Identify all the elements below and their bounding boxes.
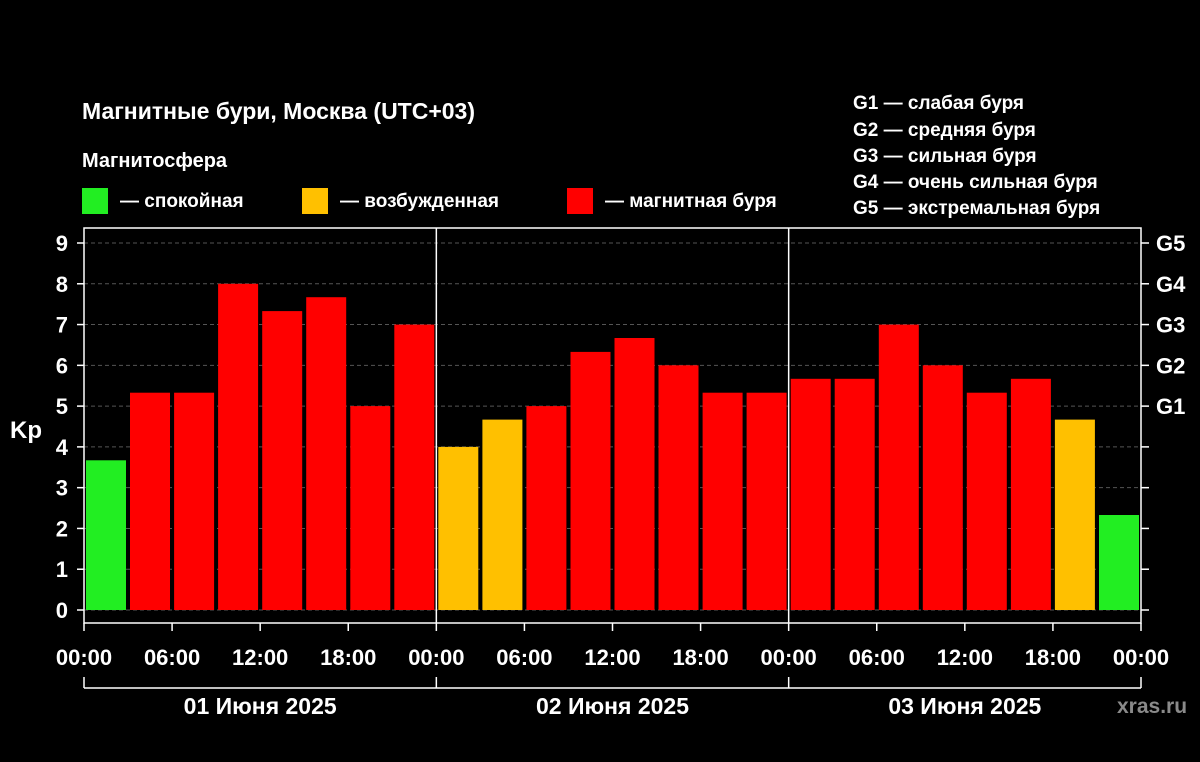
y-tick-label: 3 bbox=[56, 476, 68, 501]
x-tick-label: 18:00 bbox=[1025, 645, 1081, 670]
kp-bar bbox=[394, 324, 435, 610]
y-tick-label: 9 bbox=[56, 231, 68, 256]
x-tick-label: 06:00 bbox=[849, 645, 905, 670]
kp-bar bbox=[570, 351, 611, 610]
x-tick-label: 18:00 bbox=[320, 645, 376, 670]
kp-bar bbox=[922, 365, 963, 610]
g-scale-g3: G3 — сильная буря bbox=[853, 146, 1037, 167]
x-tick-label: 12:00 bbox=[584, 645, 640, 670]
g-axis-ticks: G1 G2 G3 G4 G5 bbox=[1141, 231, 1186, 611]
y-tick-label: 5 bbox=[56, 394, 68, 419]
legend-label-active: — возбужденная bbox=[340, 191, 499, 212]
g-scale-g1: G1 — слабая буря bbox=[853, 93, 1024, 114]
g-tick-label: G2 bbox=[1156, 353, 1185, 378]
kp-bar bbox=[1010, 378, 1051, 610]
x-tick-label: 00:00 bbox=[56, 645, 112, 670]
day-label: 01 Июня 2025 bbox=[184, 693, 337, 719]
kp-bar bbox=[658, 365, 699, 610]
g-scale-g4: G4 — очень сильная буря bbox=[853, 172, 1098, 193]
x-tick-label: 06:00 bbox=[496, 645, 552, 670]
kp-bar bbox=[790, 378, 831, 610]
kp-bar bbox=[526, 406, 567, 610]
kp-bar bbox=[878, 324, 919, 610]
legend-swatch-storm bbox=[567, 188, 593, 214]
legend-swatch-quiet bbox=[82, 188, 108, 214]
y-tick-label: 1 bbox=[56, 557, 68, 582]
magnetosphere-subtitle: Магнитосфера bbox=[82, 150, 228, 172]
kp-bar bbox=[306, 297, 347, 610]
x-axis-ticks: 00:00 06:00 12:00 18:00 00:00 06:00 12:00 18:00… bbox=[56, 623, 1169, 670]
kp-bar bbox=[218, 283, 259, 610]
x-tick-label: 00:00 bbox=[1113, 645, 1169, 670]
x-tick-label: 00:00 bbox=[761, 645, 817, 670]
legend-label-storm: — магнитная буря bbox=[605, 191, 777, 212]
g-tick-label: G5 bbox=[1156, 231, 1185, 256]
chart-title: Магнитные бури, Москва (UTC+03) bbox=[82, 98, 475, 124]
kp-bar bbox=[86, 460, 126, 610]
y-tick-label: 0 bbox=[56, 598, 68, 623]
y-tick-label: 8 bbox=[56, 272, 68, 297]
x-tick-label: 00:00 bbox=[408, 645, 464, 670]
kp-bar bbox=[130, 392, 170, 610]
day-labels: 01 Июня 2025 02 Июня 2025 03 Июня 2025 bbox=[83, 677, 1142, 719]
y-axis-ticks: 0 1 2 3 4 5 6 7 8 9 bbox=[56, 231, 84, 623]
y-axis-label: Kp bbox=[10, 417, 42, 444]
y-tick-label: 7 bbox=[56, 313, 68, 338]
kp-chart: Магнитные бури, Москва (UTC+03) Магнитос… bbox=[10, 93, 1187, 719]
legend: — спокойная — возбужденная — магнитная б… bbox=[82, 188, 777, 214]
kp-bar bbox=[834, 378, 875, 610]
day-label: 03 Июня 2025 bbox=[888, 693, 1041, 719]
kp-bar bbox=[174, 392, 215, 610]
kp-bar bbox=[482, 419, 523, 610]
kp-bar bbox=[614, 338, 655, 610]
kp-bar bbox=[262, 311, 303, 610]
day-label: 02 Июня 2025 bbox=[536, 693, 689, 719]
kp-bar bbox=[966, 392, 1007, 610]
g-scale-legend: G1 — слабая буря G2 — средняя буря G3 — … bbox=[853, 93, 1100, 219]
legend-label-quiet: — спокойная bbox=[120, 191, 244, 212]
watermark: xras.ru bbox=[1117, 695, 1187, 718]
x-tick-label: 06:00 bbox=[144, 645, 200, 670]
g-scale-g2: G2 — средняя буря bbox=[853, 120, 1036, 141]
kp-bar bbox=[702, 392, 743, 610]
g-tick-label: G1 bbox=[1156, 394, 1185, 419]
y-tick-label: 2 bbox=[56, 516, 68, 541]
g-scale-g5: G5 — экстремальная буря bbox=[853, 198, 1100, 219]
g-tick-label: G4 bbox=[1156, 272, 1186, 297]
kp-bar bbox=[350, 406, 391, 610]
kp-bar bbox=[1054, 419, 1095, 610]
y-tick-label: 6 bbox=[56, 353, 68, 378]
x-tick-label: 12:00 bbox=[937, 645, 993, 670]
kp-bar bbox=[438, 446, 479, 610]
y-tick-label: 4 bbox=[56, 435, 69, 460]
g-tick-label: G3 bbox=[1156, 313, 1185, 338]
legend-swatch-active bbox=[302, 188, 328, 214]
kp-bar bbox=[1099, 515, 1139, 610]
kp-bar bbox=[746, 392, 787, 610]
x-tick-label: 18:00 bbox=[672, 645, 728, 670]
x-tick-label: 12:00 bbox=[232, 645, 288, 670]
